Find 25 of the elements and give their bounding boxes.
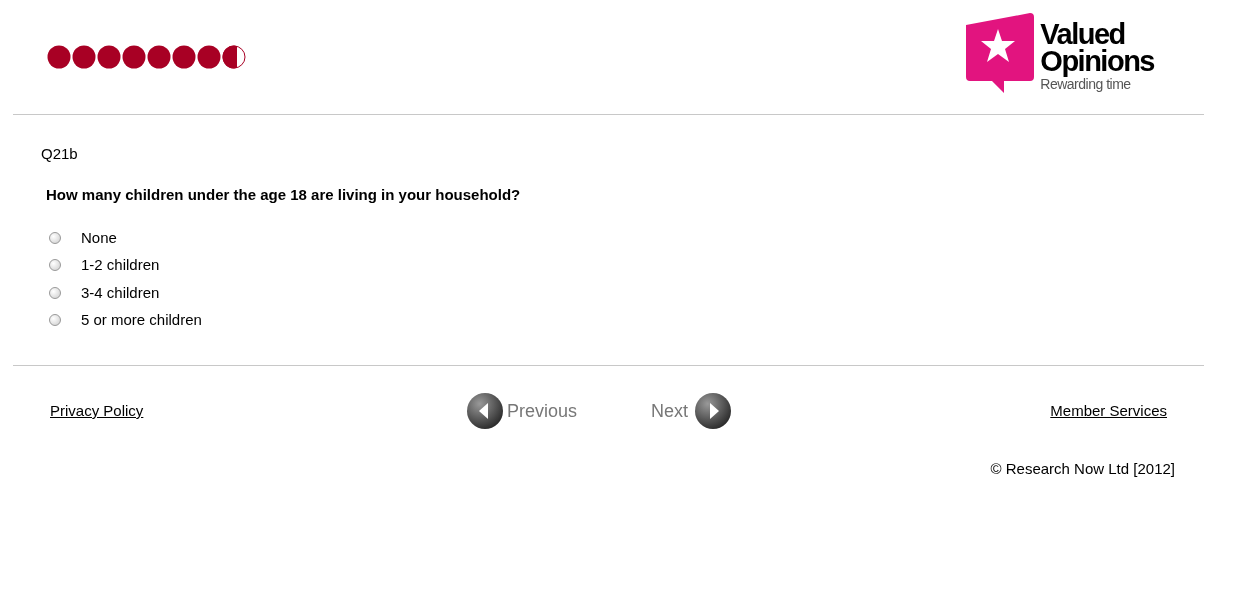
progress-dot xyxy=(72,45,96,69)
question-text: How many children under the age 18 are living in your household? xyxy=(46,186,522,203)
progress-dot xyxy=(222,45,246,69)
progress-dot xyxy=(147,45,171,69)
radio-button[interactable] xyxy=(49,231,61,244)
speech-bubble-star-icon xyxy=(964,11,1037,93)
option-label[interactable]: None xyxy=(81,226,117,249)
radio-button[interactable] xyxy=(49,286,61,299)
radio-button[interactable] xyxy=(49,314,61,327)
logo-tagline: Rewarding time xyxy=(1040,76,1131,93)
previous-button[interactable]: Previous xyxy=(466,392,578,430)
option-label[interactable]: 1-2 children xyxy=(81,254,160,277)
member-services-link[interactable]: Member Services xyxy=(1050,399,1167,423)
privacy-policy-link[interactable]: Privacy Policy xyxy=(50,399,466,423)
copyright-text: © Research Now Ltd [2012] xyxy=(990,459,1175,479)
logo-text: Valued xyxy=(1040,21,1125,48)
radio-button[interactable] xyxy=(49,259,61,272)
next-button[interactable]: Next xyxy=(651,392,733,430)
progress-dot xyxy=(172,45,196,69)
progress-dot xyxy=(122,45,146,69)
progress-dot xyxy=(47,45,71,69)
option-label[interactable]: 5 or more children xyxy=(81,309,202,332)
option-label[interactable]: 3-4 children xyxy=(81,281,160,304)
question-number: Q21b xyxy=(41,145,79,162)
progress-dot xyxy=(97,45,121,69)
